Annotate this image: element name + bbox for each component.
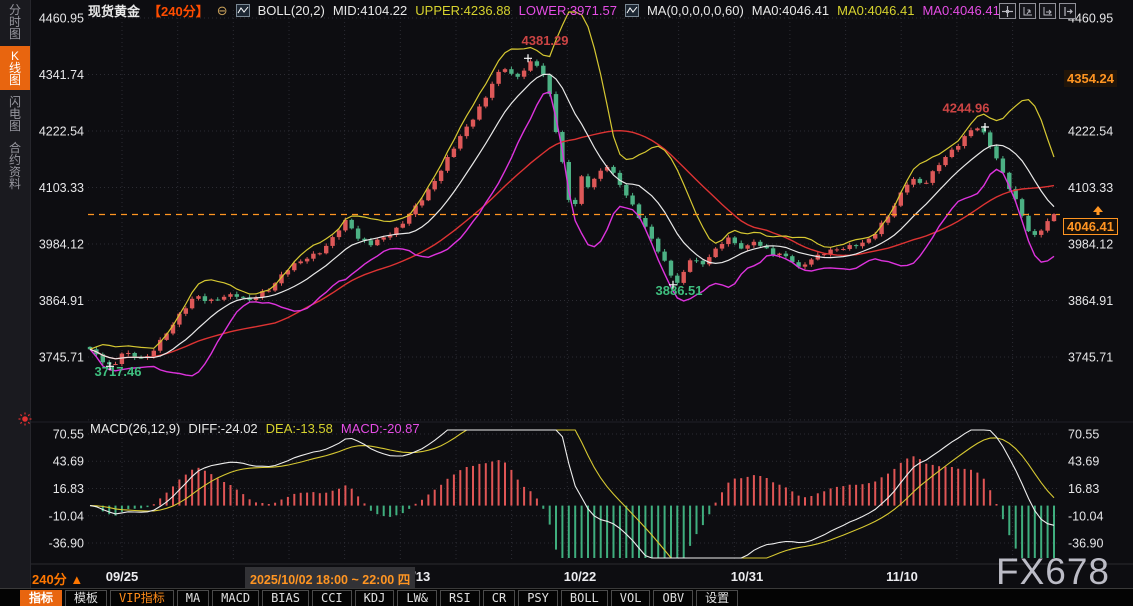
macd-axis-label-left: -10.04 <box>49 509 84 523</box>
sidebar-item-2[interactable]: 闪 电 图 <box>0 92 30 136</box>
macd-axis-label-right: -10.04 <box>1068 509 1103 523</box>
sidebar-item-3[interactable]: 合 约 资 料 <box>0 138 30 194</box>
current-price-badge: 4046.41 <box>1063 218 1118 235</box>
bar-time-range-badge: 2025/10/02 18:00 ~ 22:00 四 <box>245 567 415 590</box>
boll-lower-value: LOWER:3971.57 <box>519 3 617 18</box>
y-axis-label-left: 4341.74 <box>39 68 84 82</box>
boll-indicator-icon[interactable] <box>236 4 250 17</box>
y-axis-label-left: 3745.71 <box>39 351 84 365</box>
watermark: FX678 <box>996 551 1110 593</box>
macd-axis-label-right: -36.90 <box>1068 537 1103 551</box>
toolbar-item-4[interactable]: MACD <box>212 590 259 606</box>
toolbar-item-5[interactable]: BIAS <box>262 590 309 606</box>
indicator-toolbar: 指标模板VIP指标MAMACDBIASCCIKDJLW&RSICRPSYBOLL… <box>0 588 1133 606</box>
price-annotation: 3717.46 <box>95 364 142 379</box>
toolbar-item-11[interactable]: PSY <box>518 590 558 606</box>
collapse-indicator-icon[interactable]: ⊖ <box>217 4 228 17</box>
boll-mid-value: MID:4104.22 <box>333 3 407 18</box>
toolbar-item-6[interactable]: CCI <box>312 590 352 606</box>
y-axis-label-left: 3864.91 <box>39 294 84 308</box>
y-axis-label-left: 4460.95 <box>39 12 84 26</box>
price-marker-arrow-icon <box>1092 206 1104 216</box>
zoom-axis-y-icon[interactable] <box>1019 3 1036 19</box>
x-axis-label-2: 10/22 <box>564 569 597 584</box>
toolbar-item-9[interactable]: RSI <box>440 590 480 606</box>
symbol-title: 现货黄金 <box>88 1 140 20</box>
y-axis-label-left: 4103.33 <box>39 181 84 195</box>
candlestick-chart[interactable]: 4381.29 4244.96 3886.51 3717.46 4460.95 4341.… <box>0 0 1133 606</box>
macd-axis-label-right: 70.55 <box>1068 428 1099 442</box>
y-axis-label-right: 4222.54 <box>1068 125 1113 139</box>
red-sun-icon[interactable] <box>18 412 32 426</box>
high-price-badge: 4354.24 <box>1064 70 1117 87</box>
toggle-panel-icon[interactable] <box>1059 3 1076 19</box>
macd-value: MACD:-20.87 <box>341 421 420 436</box>
x-axis-row: 240分 ▲ 09/2510/1310/2210/3111/10 2025/10… <box>30 565 1133 588</box>
chart-tools <box>999 3 1076 19</box>
macd-diff-value: DIFF:-24.02 <box>188 421 257 436</box>
chart-app: 4381.29 4244.96 3886.51 3717.46 4460.95 4341.… <box>0 0 1133 606</box>
period-label: 【240分】 <box>148 1 209 20</box>
main-legend: 现货黄金 【240分】 ⊖ BOLL(20,2) MID:4104.22 UPP… <box>88 3 1000 18</box>
toolbar-item-0[interactable]: 指标 <box>20 590 62 606</box>
candles-layer <box>88 59 1056 366</box>
y-axis-label-left: 4222.54 <box>39 125 84 139</box>
boll-upper-value: UPPER:4236.88 <box>415 3 510 18</box>
toolbar-item-10[interactable]: CR <box>483 590 515 606</box>
y-axis-label-right: 4103.33 <box>1068 181 1113 195</box>
toolbar-item-3[interactable]: MA <box>177 590 209 606</box>
sidebar-item-1[interactable]: K 线 图 <box>0 46 30 90</box>
toolbar-item-15[interactable]: 设置 <box>696 590 738 606</box>
macd-axis-label-right: 16.83 <box>1068 482 1099 496</box>
y-axis-label-right: 3864.91 <box>1068 294 1113 308</box>
grid-layer <box>30 10 1133 564</box>
toolbar-item-2[interactable]: VIP指标 <box>110 590 174 606</box>
macd-axis-label-left: -36.90 <box>49 537 84 551</box>
price-annotation: 4244.96 <box>943 100 990 115</box>
sidebar-item-0[interactable]: 分 时 图 <box>0 0 30 44</box>
ma0-value-white: MA0:4046.41 <box>752 3 829 18</box>
x-axis-label-4: 11/10 <box>886 569 918 584</box>
toolbar-item-13[interactable]: VOL <box>611 590 651 606</box>
x-axis-label-3: 10/31 <box>731 569 764 584</box>
sidebar: 分 时 图K 线 图闪 电 图合 约 资 料 <box>0 0 31 606</box>
period-text: 240分 <box>32 572 67 587</box>
period-selector[interactable]: 240分 ▲ <box>32 569 83 588</box>
toolbar-item-1[interactable]: 模板 <box>65 590 107 606</box>
pan-tool-icon[interactable] <box>999 3 1016 19</box>
macd-label: MACD(26,12,9) <box>90 421 180 436</box>
price-annotation: 4381.29 <box>522 33 569 48</box>
x-axis-label-0: 09/25 <box>106 569 139 584</box>
boll-label: BOLL(20,2) <box>258 3 325 18</box>
macd-dea-value: DEA:-13.58 <box>266 421 333 436</box>
ma0-value-magenta: MA0:4046.41 <box>922 3 999 18</box>
toolbar-item-14[interactable]: OBV <box>653 590 693 606</box>
ma-label: MA(0,0,0,0,0,60) <box>647 3 744 18</box>
macd-lines-layer <box>90 430 1054 558</box>
overlay-lines-layer <box>90 12 1054 376</box>
annotations-layer: 4381.29 4244.96 3886.51 3717.46 <box>95 33 990 379</box>
toolbar-item-7[interactable]: KDJ <box>355 590 395 606</box>
macd-axis-label-left: 43.69 <box>53 455 84 469</box>
macd-axis-label-left: 16.83 <box>53 482 84 496</box>
y-axis-label-left: 3984.12 <box>39 238 84 252</box>
price-annotation: 3886.51 <box>656 283 703 298</box>
ma0-value-yellow: MA0:4046.41 <box>837 3 914 18</box>
period-dropdown-arrow-icon: ▲ <box>70 572 83 587</box>
toolbar-item-12[interactable]: BOLL <box>561 590 608 606</box>
ma-indicator-icon[interactable] <box>625 4 639 17</box>
y-axis-label-right: 3984.12 <box>1068 238 1113 252</box>
macd-axis-label-right: 43.69 <box>1068 455 1099 469</box>
macd-axis-label-left: 70.55 <box>53 428 84 442</box>
toolbar-item-8[interactable]: LW& <box>397 590 437 606</box>
zoom-axis-x-icon[interactable] <box>1039 3 1056 19</box>
y-axis-label-right: 3745.71 <box>1068 351 1113 365</box>
macd-legend: MACD(26,12,9) DIFF:-24.02 DEA:-13.58 MAC… <box>90 421 420 436</box>
